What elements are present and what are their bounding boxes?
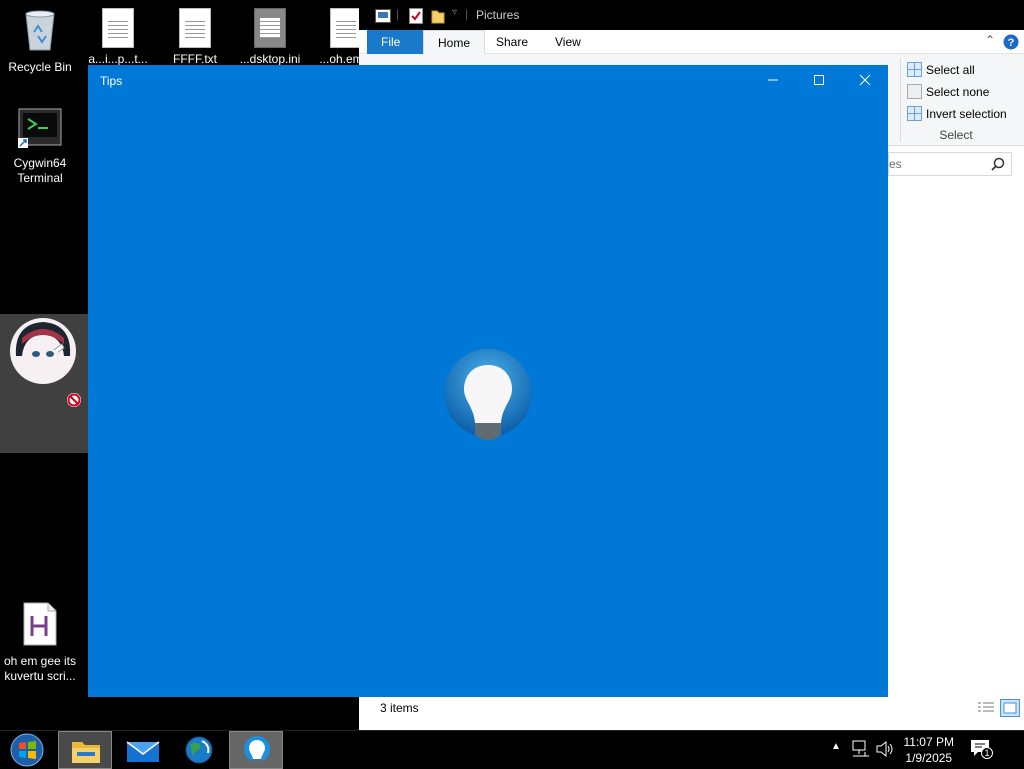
select-all-icon [907,62,922,77]
ribbon-group-label: Select [939,128,973,142]
taskbar-browser[interactable] [172,731,226,769]
properties-icon[interactable] [409,8,423,24]
terminal-icon [18,108,62,148]
search-icon [991,157,1005,171]
taskbar: ▲ 11:07 PM 1/9/2025 1 [0,730,1024,769]
close-button[interactable] [842,65,888,97]
explorer-window-title: Pictures [476,8,520,22]
clock-date: 1/9/2025 [905,751,953,765]
text-file-icon [179,8,211,48]
start-orb [10,733,44,767]
lightbulb-logo-icon [444,349,532,440]
desktop-icon-recycle-bin[interactable]: Recycle Bin [0,8,80,75]
tips-window: Tips [88,65,888,697]
volume-icon[interactable] [876,740,894,758]
invert-selection-icon [907,106,922,121]
picture-icon [375,9,391,23]
maximize-button[interactable] [796,65,842,97]
close-icon [859,74,871,86]
action-center-button[interactable]: 1 [970,739,994,761]
settings-file-icon [102,8,134,48]
svg-text:?: ? [1008,37,1015,49]
new-folder-icon[interactable] [431,8,445,24]
start-button[interactable] [0,731,54,769]
select-none-label: Select none [926,85,990,99]
search-input[interactable]: es [889,157,902,171]
tab-file[interactable]: File [367,30,423,54]
desktop-icon-file[interactable]: a...i...p...t... [78,8,158,67]
large-icons-view-icon[interactable] [1000,699,1020,717]
invert-selection-button[interactable]: Invert selection [907,105,1007,123]
status-item-count: 3 items [380,701,419,715]
help-icon[interactable]: ? [1003,34,1019,50]
collapse-ribbon-icon[interactable]: ⌃ [985,33,995,47]
customize-qat-icon[interactable]: ▿ [452,7,457,18]
select-all-button[interactable]: Select all [907,61,975,79]
desktop-icon-label: Cygwin64 Terminal [13,156,67,185]
taskbar-tips[interactable] [229,731,283,769]
invert-selection-label: Invert selection [926,107,1007,121]
select-none-icon [907,84,922,99]
h-script-icon [23,602,57,646]
notification-count-badge: 1 [981,747,993,759]
taskbar-file-explorer[interactable] [58,731,112,769]
recycle-bin-icon [25,10,55,51]
blocked-icon [67,393,81,407]
clock[interactable]: 11:07 PM 1/9/2025 [904,734,954,766]
desktop-icon-label: oh em gee its kuvertu scri... [3,654,77,683]
show-hidden-icons-icon[interactable]: ▲ [831,741,841,752]
browser-globe-icon [185,736,213,764]
desktop-icon-label: Recycle Bin [8,60,72,74]
ribbon-divider [900,58,901,142]
maximize-icon [814,75,824,85]
taskbar-mail[interactable] [116,731,170,769]
desktop-icon-cygwin[interactable]: Cygwin64 Terminal [0,108,80,186]
window-title: Tips [100,74,123,88]
avatar-image [10,318,76,384]
config-file-icon [254,8,286,48]
details-view-icon[interactable] [977,701,995,715]
tab-home[interactable]: Home [423,30,486,54]
desktop-selected-item[interactable] [0,314,88,453]
mail-icon [126,741,160,762]
desktop-icon-script[interactable]: oh em gee its kuvertu scri... [0,602,80,684]
tab-view[interactable]: View [541,30,595,54]
tab-share[interactable]: Share [482,30,542,54]
explorer-title-bar: | ▿ | Pictures [359,0,1024,30]
desktop-icon-file[interactable]: ...dsktop.ini [230,8,310,67]
select-all-label: Select all [926,63,975,77]
clock-time: 11:07 PM [903,735,954,749]
minimize-button[interactable] [750,65,796,97]
text-file-icon [330,8,362,48]
network-icon[interactable] [851,740,871,758]
status-bar: 3 items [359,698,1024,720]
ribbon-tabs: File Home Share View ⌃ ? [359,30,1024,54]
search-box[interactable]: es [888,152,1012,176]
separator: | [396,7,400,21]
desktop-icon-file[interactable]: FFFF.txt [155,8,235,67]
minimize-icon [768,79,778,81]
separator: | [465,7,469,21]
file-explorer-icon [72,742,100,763]
tips-lightbulb-icon [244,736,270,763]
select-none-button[interactable]: Select none [907,83,989,101]
